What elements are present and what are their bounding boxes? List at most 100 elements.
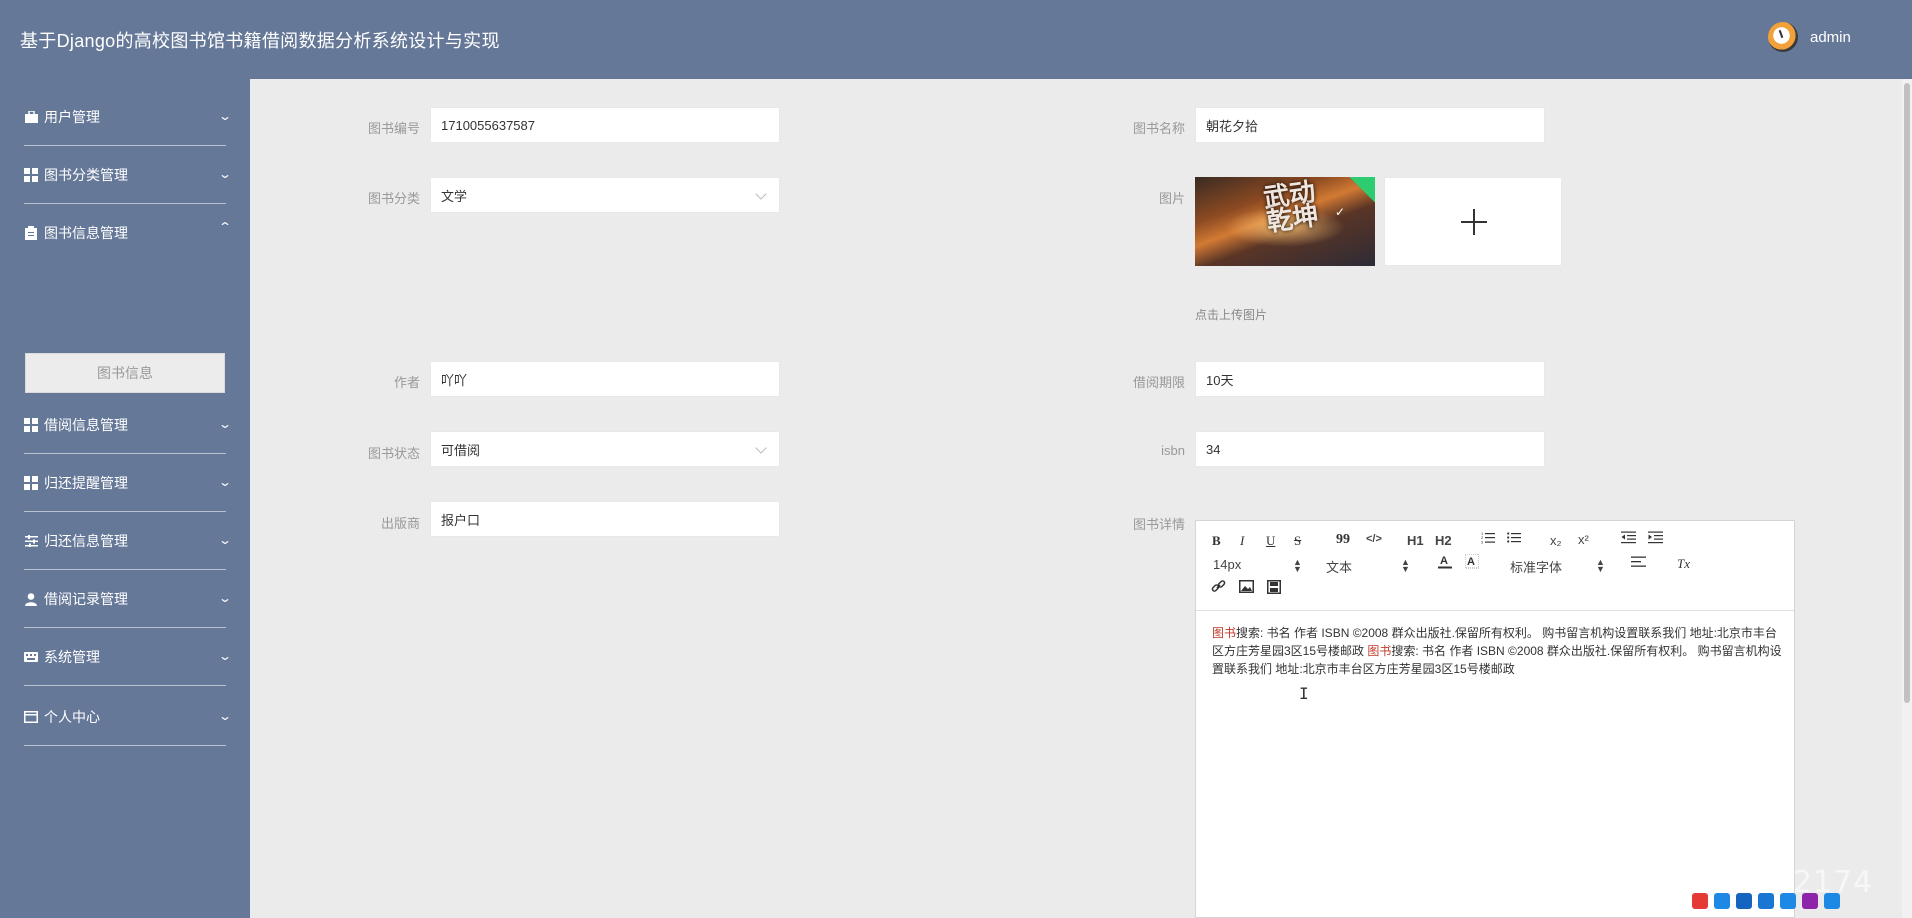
video-icon[interactable] (1267, 580, 1281, 597)
user-icon (24, 592, 38, 606)
chevron-down-icon: ⌄ (217, 417, 233, 431)
skin-icon[interactable] (1802, 893, 1818, 909)
sidebar-item-user-management[interactable]: 用户管理 ⌄ (0, 88, 250, 146)
select-arrows-icon: ▲ ▼ (1293, 557, 1302, 574)
sidebar-item-return-reminder-management[interactable]: 归还提醒管理 ⌄ (0, 454, 250, 512)
chevron-down-icon: ⌄ (217, 533, 233, 547)
sidebar-item-return-info-management[interactable]: 归还信息管理 ⌄ (0, 512, 250, 570)
svg-text:A: A (1440, 555, 1448, 567)
sidebar-item-borrow-records-management[interactable]: 借阅记录管理 ⌄ (0, 570, 250, 628)
category-select[interactable]: 文学 (430, 177, 780, 213)
cover-title-art: 武动乾坤 (1261, 177, 1321, 238)
align-icon[interactable] (1631, 556, 1646, 571)
category-label: 图书分类 (367, 191, 420, 206)
borrow-period-input[interactable]: 10天 (1195, 361, 1545, 397)
sidebar-item-personal-center[interactable]: 个人中心 ⌄ (0, 688, 250, 746)
h1-icon[interactable]: H1 (1407, 533, 1424, 548)
sidebar-item-category-management[interactable]: 图书分类管理 ⌄ (0, 146, 250, 204)
background-color-icon[interactable]: A (1464, 553, 1480, 572)
ordered-list-icon[interactable]: 123 (1481, 531, 1495, 547)
image-label: 图片 (1158, 191, 1185, 206)
status-select[interactable]: 可借阅 (430, 431, 780, 467)
publisher-label: 出版商 (380, 516, 420, 531)
user-name[interactable]: admin (1810, 29, 1851, 46)
code-icon[interactable]: </> (1366, 533, 1382, 545)
font-color-icon[interactable]: A (1438, 554, 1452, 572)
author-label: 作者 (393, 375, 420, 390)
submenu-item-book-info[interactable]: 图书信息 (25, 353, 225, 393)
clear-format-icon[interactable]: Tx (1677, 556, 1690, 572)
tools-icon[interactable] (1824, 893, 1840, 909)
author-input[interactable]: 吖吖 (430, 361, 780, 397)
book-no-label: 图书编号 (367, 121, 420, 136)
sidebar-item-system-management[interactable]: 系统管理 ⌄ (0, 628, 250, 686)
sidebar-item-label: 系统管理 (44, 649, 100, 665)
sidebar-item-book-info-management[interactable]: 图书信息管理 ⌃ (0, 204, 250, 262)
italic-icon[interactable]: I (1240, 533, 1244, 549)
subscript-icon[interactable]: x₂ (1550, 533, 1562, 548)
blockquote-icon[interactable]: 99 (1336, 532, 1350, 548)
svg-text:3: 3 (1481, 540, 1484, 545)
input-method-icon[interactable] (1692, 893, 1708, 909)
scrollbar-thumb[interactable] (1904, 83, 1910, 703)
sidebar-item-borrow-info-management[interactable]: 借阅信息管理 ⌄ (0, 396, 250, 454)
h2-icon[interactable]: H2 (1435, 533, 1452, 548)
keyboard-icon (24, 650, 38, 664)
chevron-down-icon: ⌄ (217, 167, 233, 181)
rich-text-editor[interactable]: B I U S 99 </> H1 H2 123 x₂ x² 14px ▲ ▼ 文… (1195, 520, 1795, 918)
upload-success-badge (1349, 177, 1375, 203)
divider (24, 745, 226, 746)
avatar-icon[interactable] (1768, 22, 1798, 52)
bullet-list-icon[interactable] (1507, 531, 1521, 547)
upload-hint: 点击上传图片 (1195, 308, 1268, 322)
grid-icon (24, 418, 38, 432)
sliders-icon (24, 534, 38, 548)
image-icon[interactable] (1239, 580, 1254, 596)
book-cover-image[interactable]: 武动乾坤 ✓ (1195, 177, 1375, 266)
chevron-down-icon: ⌄ (217, 591, 233, 605)
microphone-icon[interactable] (1758, 893, 1774, 909)
top-bar: 基于Django的高校图书馆书籍借阅数据分析系统设计与实现 admin (0, 0, 1912, 79)
chevron-down-icon: ⌄ (217, 475, 233, 489)
chevron-up-icon: ⌃ (217, 220, 233, 234)
image-upload-button[interactable] (1384, 177, 1562, 266)
book-name-label: 图书名称 (1132, 121, 1185, 136)
block-format-select[interactable]: 文本 (1326, 557, 1352, 576)
user-menu[interactable]: admin (1768, 22, 1851, 52)
keyboard-icon[interactable] (1780, 893, 1796, 909)
underline-icon[interactable]: U (1266, 533, 1275, 549)
sidebar-item-label: 图书信息管理 (44, 225, 128, 241)
font-size-select[interactable]: 14px (1213, 557, 1241, 572)
sidebar: 用户管理 ⌄ 图书分类管理 ⌄ 图书信息管理 ⌃ 图书信息 借阅信息管理 ⌄ 归… (0, 79, 250, 918)
highlighted-word: 图书 (1367, 644, 1392, 658)
book-name-input[interactable]: 朝花夕拾 (1195, 107, 1545, 143)
chevron-down-icon: ⌄ (217, 649, 233, 663)
indent-icon[interactable] (1648, 531, 1663, 547)
punctuation-icon[interactable] (1736, 893, 1752, 909)
language-icon[interactable] (1714, 893, 1730, 909)
details-label: 图书详情 (1132, 517, 1185, 532)
link-icon[interactable] (1211, 579, 1226, 597)
sidebar-item-label: 归还提醒管理 (44, 475, 128, 491)
page-scrollbar[interactable] (1902, 79, 1912, 918)
isbn-input[interactable]: 34 (1195, 431, 1545, 467)
font-family-select[interactable]: 标准字体 (1510, 557, 1562, 576)
editor-toolbar: B I U S 99 </> H1 H2 123 x₂ x² 14px ▲ ▼ 文… (1196, 521, 1794, 611)
book-no-input[interactable]: 1710055637587 (430, 107, 780, 143)
publisher-input[interactable]: 报户口 (430, 501, 780, 537)
select-arrows-icon: ▲ ▼ (1401, 557, 1410, 574)
outdent-icon[interactable] (1621, 531, 1636, 547)
briefcase-icon (24, 110, 38, 124)
editor-content[interactable]: 图书搜索: 书名 作者 ISBN ©2008 群众出版社.保留所有权利。 购书留… (1212, 624, 1782, 678)
sidebar-item-label: 用户管理 (44, 109, 100, 125)
isbn-label: isbn (1161, 443, 1185, 458)
sidebar-item-label: 个人中心 (44, 709, 100, 725)
select-arrows-icon: ▲ ▼ (1596, 557, 1605, 574)
highlighted-word: 图书 (1212, 626, 1237, 640)
system-tray (1692, 893, 1840, 909)
bold-icon[interactable]: B (1212, 533, 1221, 549)
superscript-icon[interactable]: x² (1578, 532, 1589, 547)
sidebar-item-label: 借阅信息管理 (44, 417, 128, 433)
strikethrough-icon[interactable]: S (1294, 533, 1301, 549)
grid-icon (24, 168, 38, 182)
